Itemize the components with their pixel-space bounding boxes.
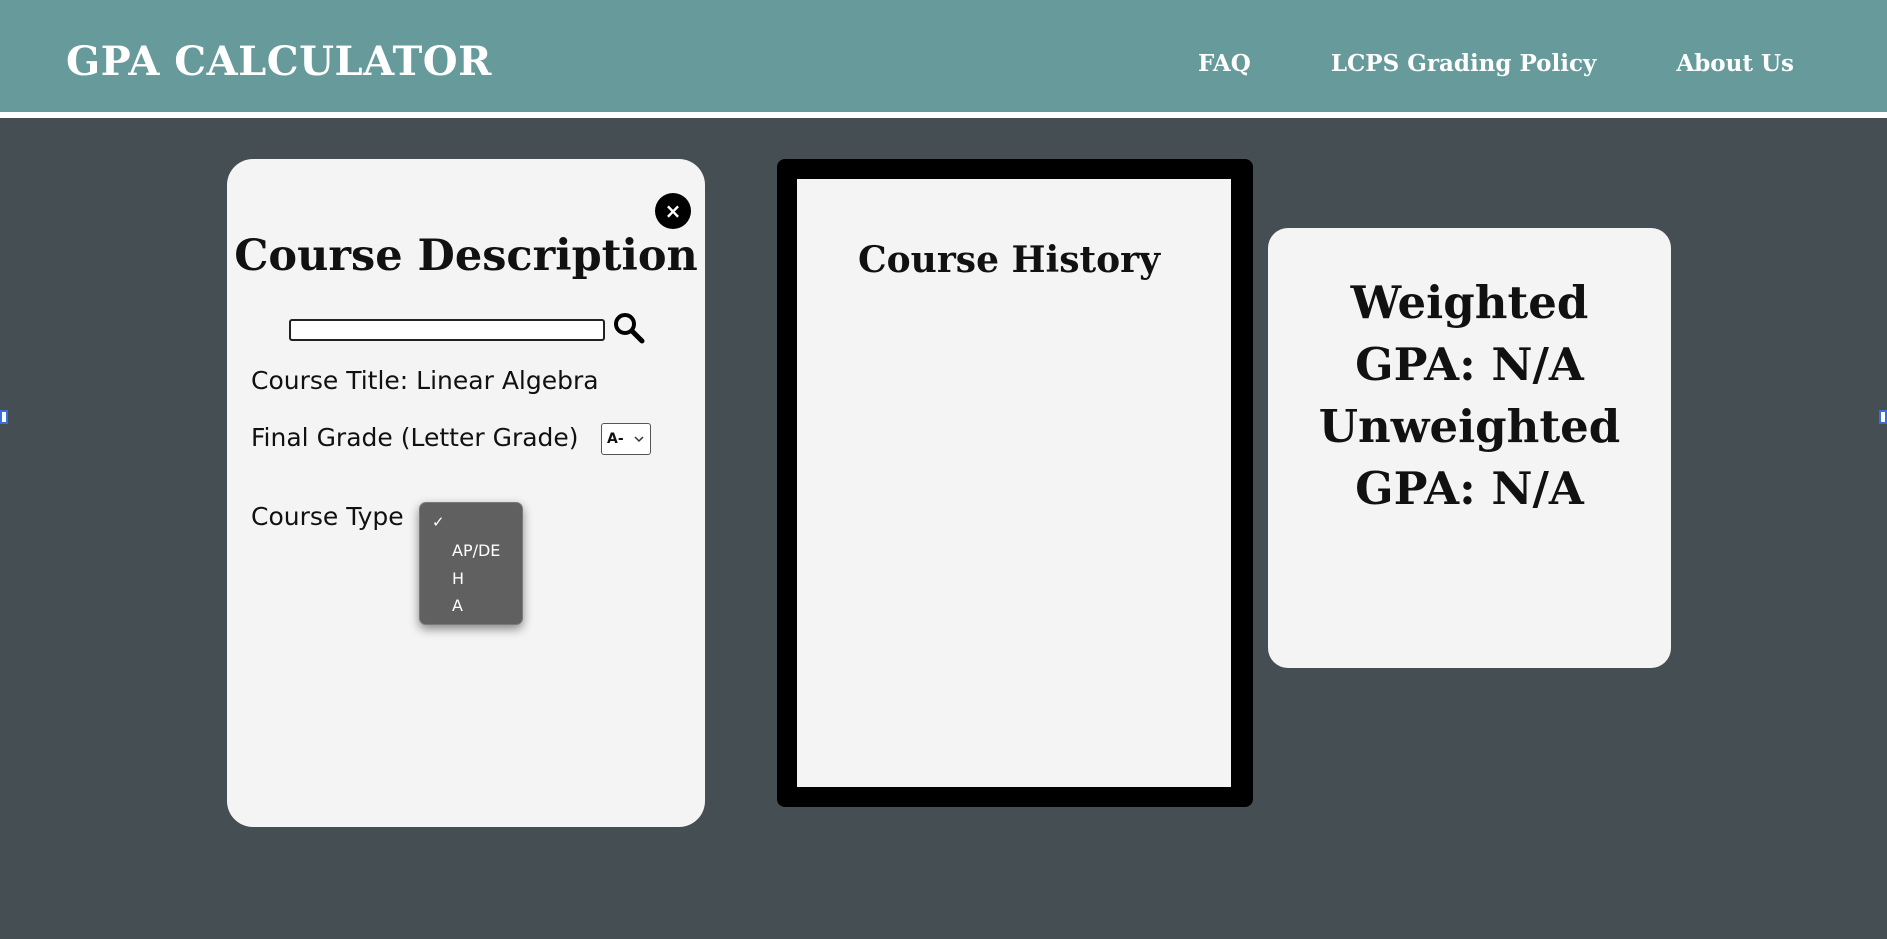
- main-nav: FAQ LCPS Grading Policy About Us: [1198, 50, 1794, 77]
- course-search-input[interactable]: [289, 319, 605, 341]
- unweighted-gpa-value: GPA: N/A: [1355, 462, 1584, 515]
- nav-link-grading-policy[interactable]: LCPS Grading Policy: [1331, 50, 1597, 77]
- right-resize-handle[interactable]: [1879, 410, 1887, 424]
- app-title: GPA CALCULATOR: [66, 38, 492, 85]
- weighted-gpa-label: Weighted: [1350, 276, 1589, 329]
- gpa-summary: Weighted GPA: N/A Unweighted GPA: N/A: [1268, 272, 1671, 520]
- left-resize-handle[interactable]: [0, 410, 8, 424]
- course-type-option-h[interactable]: H: [452, 569, 464, 588]
- course-title-label: Course Title: Linear Algebra: [251, 366, 599, 395]
- course-history-panel: Course History: [797, 179, 1231, 787]
- top-header: GPA CALCULATOR FAQ LCPS Grading Policy A…: [0, 0, 1887, 118]
- search-icon[interactable]: [612, 311, 646, 345]
- course-description-title: Course Description: [234, 231, 698, 281]
- course-type-dropdown-menu[interactable]: ✓ AP/DE H A: [419, 502, 523, 625]
- nav-link-about-us[interactable]: About Us: [1676, 50, 1794, 77]
- final-grade-label: Final Grade (Letter Grade): [251, 423, 579, 452]
- unweighted-gpa-label: Unweighted: [1318, 400, 1621, 453]
- close-icon[interactable]: ×: [655, 193, 691, 229]
- chevron-down-icon: [634, 436, 644, 443]
- course-history-card: Course History: [777, 159, 1253, 807]
- nav-link-faq[interactable]: FAQ: [1198, 50, 1251, 77]
- course-type-option-a[interactable]: A: [452, 596, 463, 615]
- final-grade-select[interactable]: A-: [601, 423, 651, 455]
- checkmark-icon: ✓: [432, 513, 445, 531]
- course-type-label: Course Type: [251, 502, 404, 531]
- course-history-title: Course History: [858, 239, 1160, 281]
- course-description-card: × Course Description Course Title: Linea…: [227, 159, 705, 827]
- final-grade-value: A-: [607, 431, 624, 447]
- gpa-card: Weighted GPA: N/A Unweighted GPA: N/A: [1268, 228, 1671, 668]
- weighted-gpa-value: GPA: N/A: [1355, 338, 1584, 391]
- course-type-option-apde[interactable]: AP/DE: [452, 541, 500, 560]
